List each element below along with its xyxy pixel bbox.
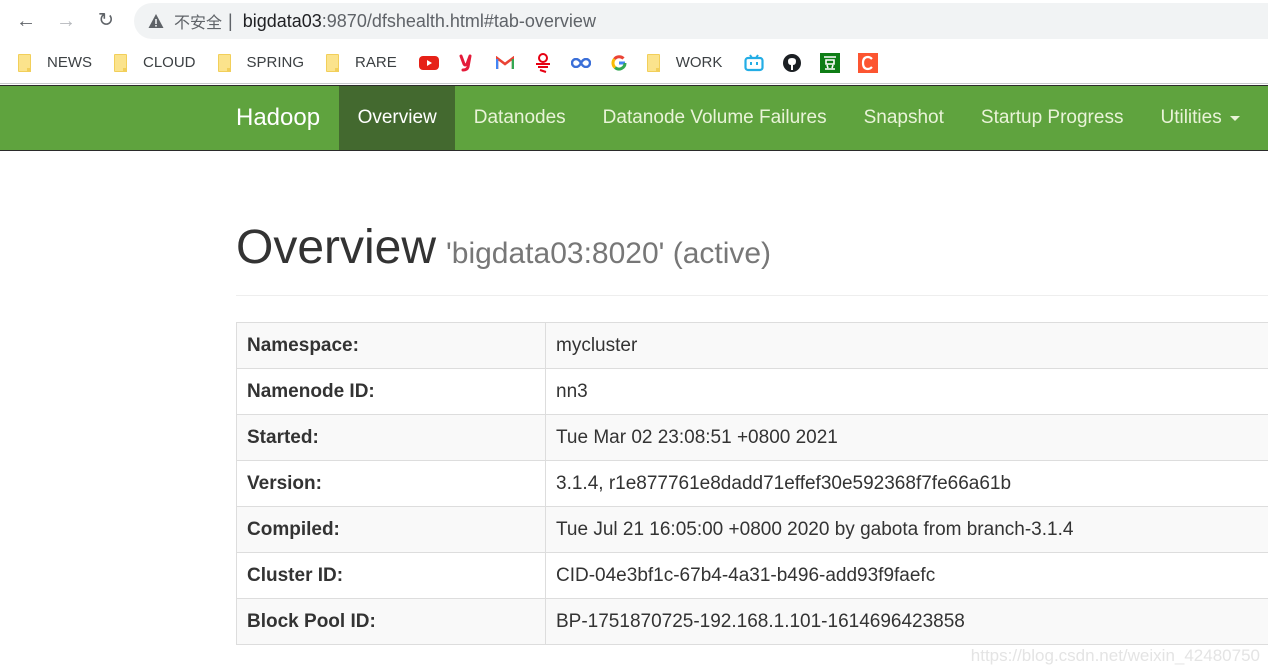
youtube-icon[interactable] xyxy=(418,53,439,73)
warning-icon[interactable] xyxy=(148,13,164,29)
bookmark-folder-cloud[interactable]: CLOUD xyxy=(114,53,196,72)
folder-icon xyxy=(646,53,660,72)
folder-icon xyxy=(114,53,127,72)
table-row: Namespace: mycluster xyxy=(236,322,1268,369)
brand-logo[interactable]: Hadoop xyxy=(236,86,320,150)
bookmark-label: RARE xyxy=(355,54,397,71)
table-row: Cluster ID: CID-04e3bf1c-67b4-4a31-b496-a… xyxy=(236,552,1268,599)
utilities-label: Utilities xyxy=(1160,107,1222,128)
row-key: Namespace: xyxy=(236,322,546,369)
bookmark-folder-news[interactable]: NEWS xyxy=(18,53,92,72)
folder-icon xyxy=(217,53,231,72)
address-bar-row: ← → ↻ 不安全 | bigdata03 :9870/dfshealth.ht… xyxy=(0,0,1268,42)
bookmark-label: NEWS xyxy=(47,54,92,71)
table-row: Started: Tue Mar 02 23:08:51 +0800 2021 xyxy=(236,414,1268,461)
tab-datanode-volume-failures[interactable]: Datanode Volume Failures xyxy=(584,86,845,150)
bookmarks-bar: NEWS CLOUD SPRING RARE WORK xyxy=(0,42,1268,84)
insecure-label[interactable]: 不安全 xyxy=(174,9,222,33)
separator: | xyxy=(228,10,233,31)
y-logo-icon[interactable] xyxy=(457,53,477,73)
row-value: 3.1.4, r1e877761e8dadd71effef30e592368f7… xyxy=(545,460,1268,507)
csdn-icon[interactable] xyxy=(858,52,879,73)
url-host: bigdata03 xyxy=(242,10,322,31)
tab-utilities[interactable]: Utilities xyxy=(1142,86,1258,150)
tab-datanodes[interactable]: Datanodes xyxy=(455,86,584,150)
main-content: Overview 'bigdata03:8020' (active) Namesp… xyxy=(236,220,1268,645)
table-row: Namenode ID: nn3 xyxy=(236,368,1268,415)
folder-icon xyxy=(18,53,31,72)
tab-startup-progress[interactable]: Startup Progress xyxy=(962,86,1142,150)
folder-icon xyxy=(326,53,340,72)
hadoop-navbar: Hadoop Overview Datanodes Datanode Volum… xyxy=(0,85,1268,151)
row-key: Block Pool ID: xyxy=(236,598,546,645)
row-key: Started: xyxy=(236,414,546,461)
row-key: Cluster ID: xyxy=(236,552,546,599)
tab-snapshot[interactable]: Snapshot xyxy=(845,86,962,150)
row-value: Tue Mar 02 23:08:51 +0800 2021 xyxy=(545,414,1268,461)
github-icon[interactable] xyxy=(782,53,802,73)
back-button[interactable]: ← xyxy=(13,8,39,34)
row-value: CID-04e3bf1c-67b4-4a31-b496-add93f9faefc xyxy=(545,552,1268,599)
netease-icon[interactable] xyxy=(533,52,553,73)
row-key: Version: xyxy=(236,460,546,507)
bilibili-icon[interactable] xyxy=(744,53,764,73)
reload-button[interactable]: ↻ xyxy=(93,8,119,34)
bookmark-folder-work[interactable]: WORK xyxy=(646,53,723,72)
row-value: Tue Jul 21 16:05:00 +0800 2020 by gabota… xyxy=(545,506,1268,553)
table-row: Version: 3.1.4, r1e877761e8dadd71effef30e… xyxy=(236,460,1268,507)
page-subtitle: 'bigdata03:8020' (active) xyxy=(446,237,772,270)
url-bar[interactable]: 不安全 | bigdata03 :9870/dfshealth.html#tab… xyxy=(134,3,1268,39)
infinity-icon[interactable] xyxy=(570,53,591,73)
bookmark-label: CLOUD xyxy=(143,54,196,71)
row-key: Compiled: xyxy=(236,506,546,553)
bookmark-label: WORK xyxy=(675,54,723,71)
row-value: mycluster xyxy=(545,322,1268,369)
bookmark-label: SPRING xyxy=(246,54,305,71)
page-header: Overview 'bigdata03:8020' (active) xyxy=(236,220,1268,296)
row-value: nn3 xyxy=(545,368,1268,415)
bookmark-folder-spring[interactable]: SPRING xyxy=(217,53,305,72)
gmail-icon[interactable] xyxy=(495,53,515,73)
url-path: :9870/dfshealth.html#tab-overview xyxy=(321,10,596,31)
table-row: Compiled: Tue Jul 21 16:05:00 +0800 2020 … xyxy=(236,506,1268,553)
bookmark-folder-rare[interactable]: RARE xyxy=(326,53,397,72)
overview-table: Namespace: mycluster Namenode ID: nn3 Star… xyxy=(236,322,1268,645)
douban-icon[interactable] xyxy=(820,52,841,73)
google-icon[interactable] xyxy=(609,53,629,73)
row-key: Namenode ID: xyxy=(236,368,546,415)
page-title: Overview xyxy=(236,221,437,274)
tab-overview[interactable]: Overview xyxy=(339,86,456,150)
table-row: Block Pool ID: BP-1751870725-192.168.1.10… xyxy=(236,598,1268,645)
forward-button[interactable]: → xyxy=(53,8,79,34)
caret-down-icon xyxy=(1229,115,1240,121)
watermark: https://blog.csdn.net/weixin_42480750 xyxy=(970,646,1260,665)
row-value: BP-1751870725-192.168.1.101-161469642385… xyxy=(545,598,1268,645)
